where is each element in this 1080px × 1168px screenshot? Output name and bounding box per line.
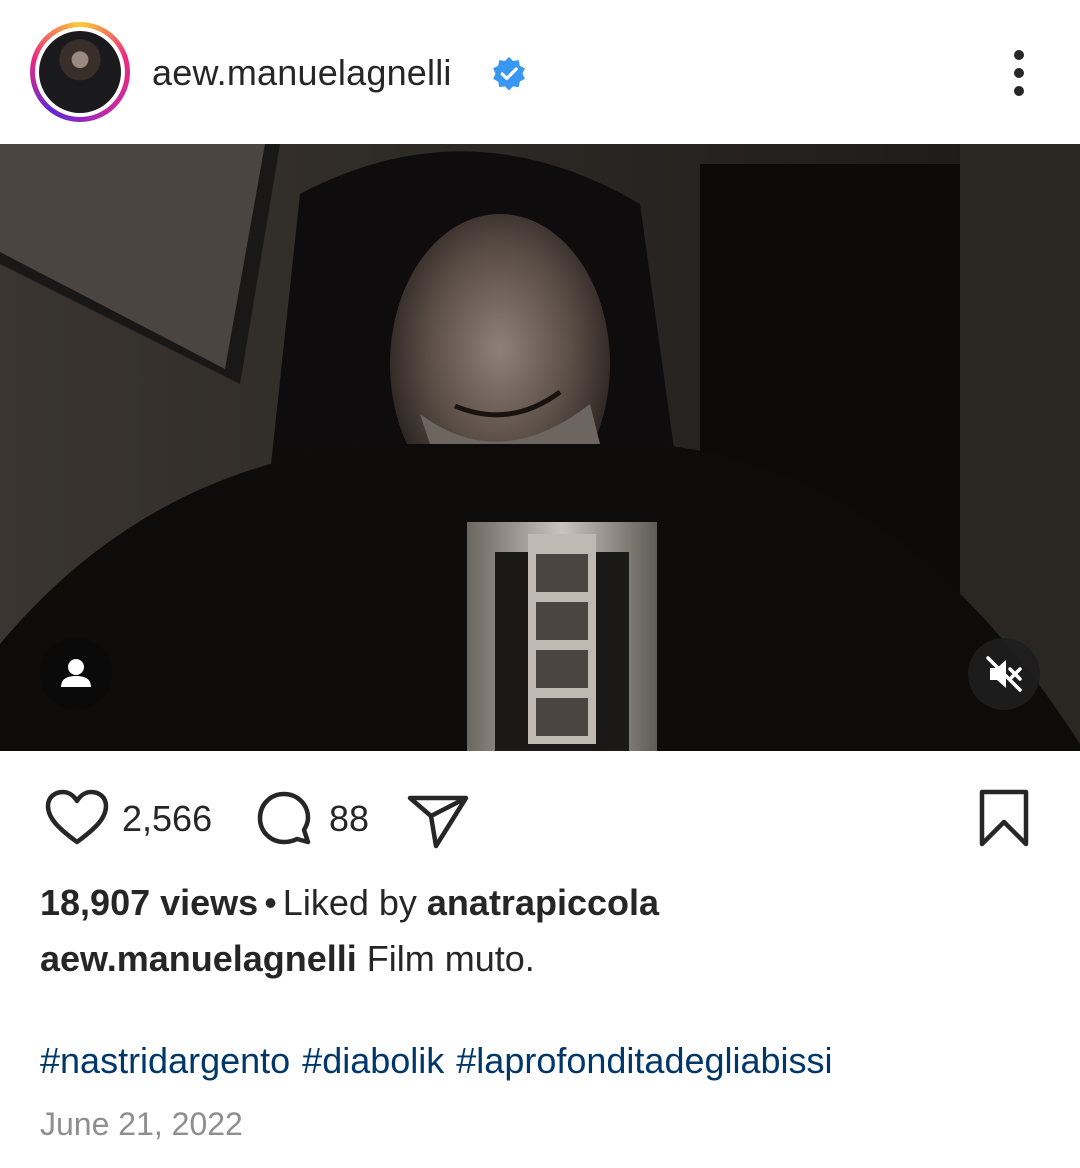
liked-by-label: Liked by: [282, 882, 417, 923]
hashtag-link[interactable]: #laprofonditadegliabissi: [456, 1040, 832, 1081]
post-video[interactable]: [0, 144, 1080, 751]
post-date: June 21, 2022: [40, 1106, 243, 1142]
caption-username[interactable]: aew.manuelagnelli: [40, 938, 357, 979]
hashtag-link[interactable]: #nastridargento: [40, 1040, 290, 1081]
view-count[interactable]: 18,907 views: [40, 882, 258, 923]
hashtag-list: #nastridargento #diabolik #laprofonditadeg…: [40, 1040, 845, 1082]
like-count[interactable]: 2,566: [122, 798, 212, 840]
user-tag-icon[interactable]: [40, 638, 112, 710]
story-ring[interactable]: [30, 22, 130, 122]
post-username[interactable]: aew.manuelagnelli: [152, 52, 452, 94]
action-bar: 2,566 88: [0, 780, 1080, 860]
dot-separator: •: [264, 882, 277, 923]
caption-text: Film muto.: [366, 938, 535, 979]
views-likes-line: 18,907 views • Liked by anatrapiccola: [40, 882, 659, 924]
avatar[interactable]: [39, 31, 121, 113]
hashtag-link[interactable]: #diabolik: [302, 1040, 444, 1081]
heart-icon[interactable]: [44, 788, 110, 848]
more-options-icon[interactable]: [1005, 50, 1033, 96]
share-icon[interactable]: [404, 790, 470, 850]
mute-icon[interactable]: [968, 638, 1040, 710]
comment-count[interactable]: 88: [329, 798, 369, 840]
video-frame: [0, 144, 1080, 751]
liked-by-user[interactable]: anatrapiccola: [427, 882, 659, 923]
bookmark-icon[interactable]: [978, 788, 1030, 848]
caption: aew.manuelagnelli Film muto.: [40, 938, 535, 980]
post-header: aew.manuelagnelli: [0, 0, 1080, 144]
verified-badge-icon: [493, 56, 525, 91]
comment-icon[interactable]: [252, 788, 316, 852]
